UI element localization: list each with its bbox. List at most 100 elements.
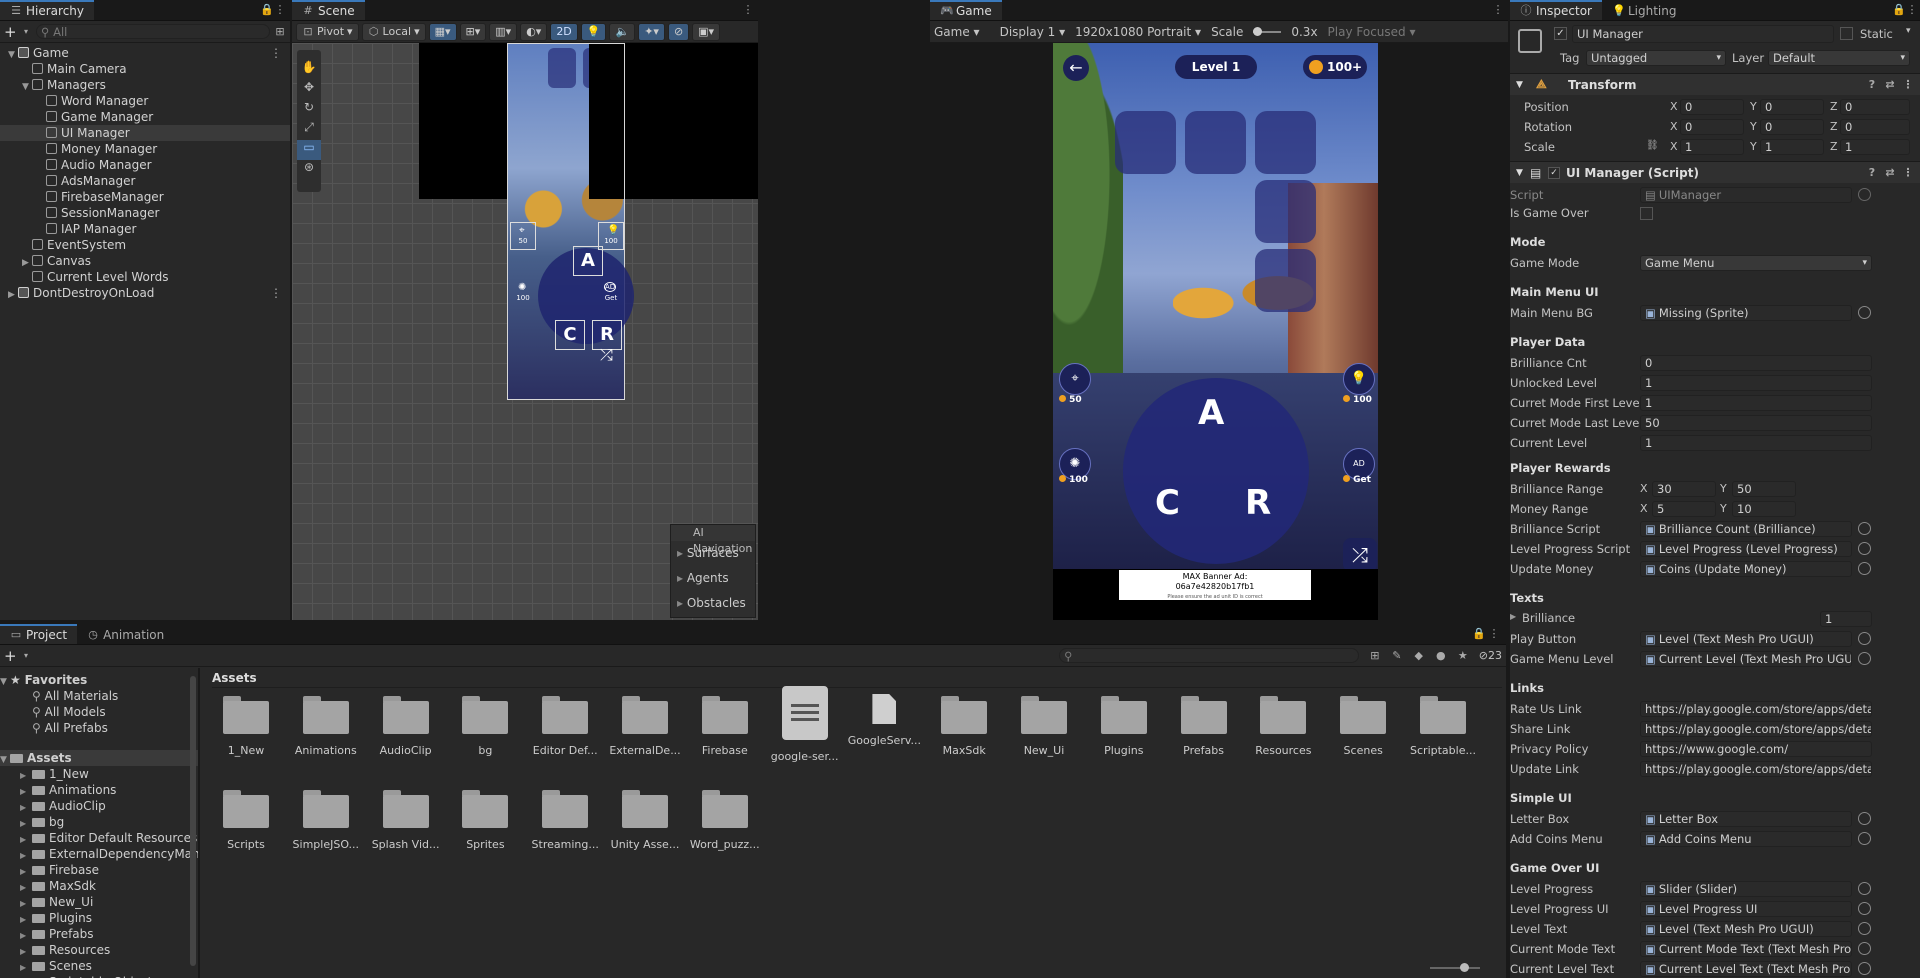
asset-item[interactable]: Scripts bbox=[206, 790, 286, 851]
object-picker-icon[interactable] bbox=[1858, 832, 1871, 845]
scale-slider[interactable] bbox=[1253, 26, 1282, 36]
asset-item[interactable]: MaxSdk bbox=[924, 696, 1004, 757]
game-over-field[interactable]: ▣Current Mode Text (Text Mesh Pro UGUI) bbox=[1640, 941, 1852, 957]
lock-icon[interactable]: 🔒 bbox=[1472, 628, 1486, 640]
scale-tool-icon[interactable]: ⤢ bbox=[297, 120, 321, 140]
transform-tool-icon[interactable]: ⊛ bbox=[297, 160, 321, 180]
asset-item[interactable]: Word_puzz... bbox=[685, 790, 765, 851]
link-field[interactable]: https://www.google.com/ bbox=[1640, 741, 1872, 757]
asset-tree-item[interactable]: ▶ Editor Default Resources bbox=[0, 830, 198, 846]
transform-x-field[interactable]: 0 bbox=[1680, 119, 1744, 135]
link-field[interactable]: https://play.google.com/store/apps/detai… bbox=[1640, 721, 1872, 737]
player-data-field[interactable]: 1 bbox=[1640, 375, 1872, 391]
hierarchy-item[interactable]: IAP Manager bbox=[0, 221, 290, 237]
hierarchy-item[interactable]: Money Manager bbox=[0, 141, 290, 157]
hierarchy-item[interactable]: Audio Manager bbox=[0, 157, 290, 173]
object-picker-icon[interactable] bbox=[1858, 632, 1871, 645]
hierarchy-search-input[interactable]: ⚲ All bbox=[36, 24, 270, 39]
local-dropdown[interactable]: ⬡ Local ▾ bbox=[361, 22, 426, 41]
hierarchy-item[interactable]: Word Manager bbox=[0, 93, 290, 109]
script-header[interactable]: ▼ ▤ ✓ UI Manager (Script) ? ⇄ ⋮ bbox=[1510, 161, 1920, 183]
favorite-item[interactable]: ⚲ All Prefabs bbox=[0, 720, 198, 736]
transform-z-field[interactable]: 1 bbox=[1840, 139, 1910, 155]
shading-mode-button[interactable]: ◐▾ bbox=[520, 22, 548, 41]
asset-tree-item[interactable]: ▶ Firebase bbox=[0, 862, 198, 878]
add-icon[interactable]: + bbox=[4, 24, 17, 39]
simple-ui-field[interactable]: ▣ Add Coins Menu bbox=[1640, 831, 1852, 847]
object-picker-icon[interactable] bbox=[1858, 306, 1871, 319]
main-menu-bg-field[interactable]: ▣ Missing (Sprite) bbox=[1640, 305, 1852, 321]
preset-icon[interactable]: ⇄ bbox=[1884, 78, 1896, 91]
effects-toggle[interactable]: ✦▾ bbox=[638, 22, 665, 41]
hierarchy-item[interactable]: ▼ Game ⋮ bbox=[0, 45, 290, 61]
brilliance-range-x-field[interactable]: 30 bbox=[1652, 481, 1716, 497]
more-menu-icon[interactable]: ⋮ bbox=[270, 45, 282, 61]
asset-item[interactable]: Plugins bbox=[1084, 696, 1164, 757]
asset-item[interactable]: SimpleJSO... bbox=[286, 790, 366, 851]
hierarchy-item[interactable]: UI Manager bbox=[0, 125, 290, 141]
player-data-field[interactable]: 50 bbox=[1640, 415, 1872, 431]
player-data-field[interactable]: 1 bbox=[1640, 395, 1872, 411]
zoom-slider-thumb[interactable] bbox=[1460, 963, 1469, 972]
asset-tree-item[interactable]: ▶ Scenes bbox=[0, 958, 198, 974]
money-range-x-field[interactable]: 5 bbox=[1652, 501, 1716, 517]
letter-c[interactable]: C bbox=[1155, 483, 1180, 523]
banner-ad[interactable]: MAX Banner Ad: 06a7e42820b17fb1 Please e… bbox=[1119, 570, 1311, 600]
transform-y-field[interactable]: 0 bbox=[1760, 119, 1824, 135]
player-data-field[interactable]: 0 bbox=[1640, 355, 1872, 371]
brilliance-list-size[interactable]: 1 bbox=[1820, 611, 1872, 627]
hierarchy-item[interactable]: FirebaseManager bbox=[0, 189, 290, 205]
asset-item[interactable]: Streaming... bbox=[525, 790, 605, 851]
transform-x-field[interactable]: 1 bbox=[1680, 139, 1744, 155]
add-icon[interactable]: + bbox=[4, 648, 17, 663]
hand-tool-icon[interactable]: ✋ bbox=[297, 60, 321, 80]
ai-navigation-item[interactable]: ▸ Obstacles bbox=[671, 591, 755, 616]
lighting-toggle[interactable]: 💡 bbox=[580, 22, 607, 41]
object-picker-icon[interactable] bbox=[1858, 942, 1871, 955]
asset-item[interactable]: AudioClip bbox=[366, 696, 446, 757]
asset-item[interactable]: Prefabs bbox=[1164, 696, 1244, 757]
text-ref-field[interactable]: ▣ Current Level (Text Mesh Pro UGUI) bbox=[1640, 651, 1852, 667]
transform-header[interactable]: ▼ ⟁ Transform ? ⇄ ⋮ bbox=[1510, 73, 1920, 95]
favorites-header[interactable]: ▼ ★ Favorites bbox=[0, 672, 198, 688]
lock-icon[interactable]: 🔒 bbox=[260, 4, 274, 16]
star-icon[interactable]: ★ bbox=[1457, 649, 1469, 662]
tab-scene[interactable]: # Scene bbox=[292, 0, 365, 20]
more-menu-icon[interactable]: ⋮ bbox=[270, 285, 282, 301]
toggle-2d-button[interactable]: 2D bbox=[550, 22, 578, 41]
tab-project[interactable]: ▭ Project bbox=[0, 624, 78, 644]
chevron-down-icon[interactable]: ▾ bbox=[20, 26, 32, 38]
hierarchy-item[interactable]: EventSystem bbox=[0, 237, 290, 253]
favorite-item[interactable]: ⚲ All Models bbox=[0, 704, 198, 720]
bulb-hint-button[interactable]: 💡 bbox=[1343, 363, 1375, 395]
preset-icon[interactable]: ⇄ bbox=[1884, 166, 1896, 179]
more-menu-icon[interactable]: ⋮ bbox=[1906, 4, 1918, 16]
transform-y-field[interactable]: 0 bbox=[1760, 99, 1824, 115]
asset-item[interactable]: google-ser... bbox=[765, 686, 845, 763]
asset-item[interactable]: Firebase bbox=[685, 696, 765, 757]
search-by-type-icon[interactable]: ⊞ bbox=[1369, 649, 1381, 662]
transform-x-field[interactable]: 0 bbox=[1680, 99, 1744, 115]
hierarchy-item[interactable]: ▼ Managers bbox=[0, 77, 290, 93]
play-focused-dropdown[interactable]: Play Focused ▾ bbox=[1328, 25, 1416, 39]
snap-increment-button[interactable]: ⊞▾ bbox=[459, 22, 487, 41]
transform-z-field[interactable]: 0 bbox=[1840, 119, 1910, 135]
object-picker-icon[interactable] bbox=[1858, 562, 1871, 575]
script-enabled-checkbox[interactable]: ✓ bbox=[1548, 166, 1560, 179]
favorite-item[interactable]: ⚲ All Materials bbox=[0, 688, 198, 704]
asset-tree-item[interactable]: ▶ Animations bbox=[0, 782, 198, 798]
reward-ref-field[interactable]: ▣ Coins (Update Money) bbox=[1640, 561, 1852, 577]
game-screen[interactable]: ← Level 1 100+ ⌖ 50 💡 100 ✺ 100 AD Get A… bbox=[1053, 43, 1378, 620]
active-checkbox[interactable]: ✓ bbox=[1554, 27, 1567, 40]
object-picker-icon[interactable] bbox=[1858, 962, 1871, 975]
hierarchy-item[interactable]: ▶ Canvas bbox=[0, 253, 290, 269]
static-dropdown[interactable]: ▾ bbox=[1906, 26, 1911, 36]
more-menu-icon[interactable]: ⋮ bbox=[1488, 628, 1500, 640]
transform-y-field[interactable]: 1 bbox=[1760, 139, 1824, 155]
resolution-dropdown[interactable]: 1920x1080 Portrait ▾ bbox=[1075, 25, 1201, 39]
asset-item[interactable]: bg bbox=[445, 696, 525, 757]
object-picker-icon[interactable] bbox=[1858, 652, 1871, 665]
hierarchy-item[interactable]: Current Level Words bbox=[0, 269, 290, 285]
hidden-objects-toggle[interactable]: ⊘ bbox=[667, 22, 690, 41]
asset-item[interactable]: New_Ui bbox=[1004, 696, 1084, 757]
